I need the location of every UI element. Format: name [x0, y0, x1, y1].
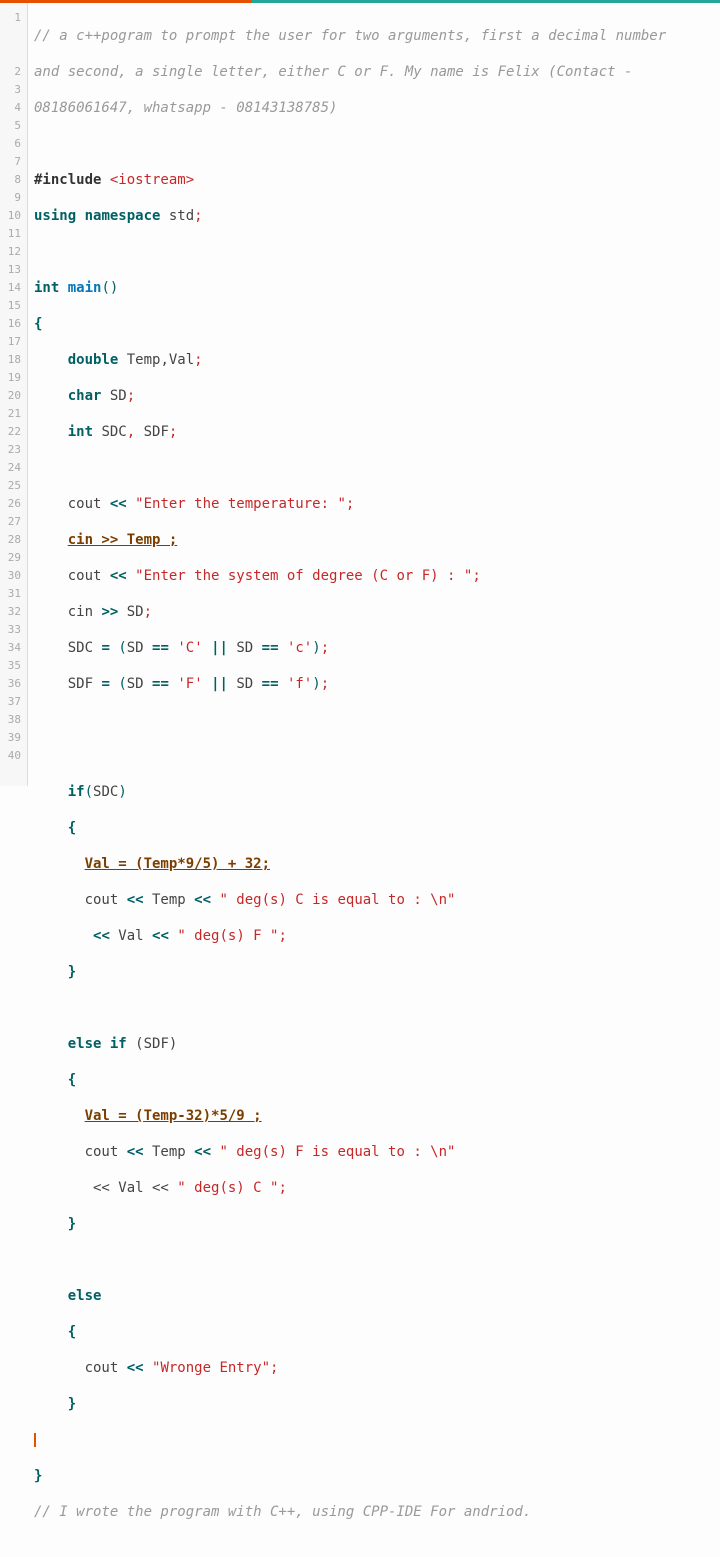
keyword: namespace	[85, 208, 161, 224]
line-num: 32	[0, 603, 27, 621]
preprocessor: #include	[34, 172, 110, 188]
line-num: 5	[0, 117, 27, 135]
highlighted-line: Val = (Temp*9/5) + 32;	[85, 856, 270, 872]
line-num: 16	[0, 315, 27, 333]
line-num: 8	[0, 171, 27, 189]
line-num: 27	[0, 513, 27, 531]
comment: // a c++pogram to prompt the user for tw…	[34, 28, 666, 44]
string-literal: " deg(s) F "	[177, 928, 278, 944]
string-literal: "Enter the system of degree (C or F) : "	[135, 568, 472, 584]
line-num: 26	[0, 495, 27, 513]
keyword: using	[34, 208, 76, 224]
line-num: 10	[0, 207, 27, 225]
line-num: 28	[0, 531, 27, 549]
line-num: 23	[0, 441, 27, 459]
line-num: 39	[0, 729, 27, 747]
line-num: 7	[0, 153, 27, 171]
include-header: <iostream>	[110, 172, 194, 188]
line-num: 36	[0, 675, 27, 693]
line-num: 11	[0, 225, 27, 243]
line-num: 4	[0, 99, 27, 117]
line-num: 24	[0, 459, 27, 477]
line-num: 20	[0, 387, 27, 405]
line-num: 6	[0, 135, 27, 153]
string-literal: "Enter the temperature: "	[135, 496, 346, 512]
comment: // I wrote the program with C++, using C…	[34, 1504, 531, 1520]
type: int	[34, 280, 59, 296]
line-num: 1	[0, 9, 27, 27]
line-num: 14	[0, 279, 27, 297]
line-num: 13	[0, 261, 27, 279]
highlighted-line: Val = (Temp-32)*5/9 ;	[85, 1108, 262, 1124]
code-area[interactable]: // a c++pogram to prompt the user for tw…	[28, 3, 720, 786]
cursor-icon	[34, 1433, 36, 1447]
line-num: 33	[0, 621, 27, 639]
line-num: 17	[0, 333, 27, 351]
type: char	[68, 388, 102, 404]
string-literal: " deg(s) C "	[177, 1180, 278, 1196]
line-num: 22	[0, 423, 27, 441]
brace: {	[34, 316, 42, 332]
line-num: 12	[0, 243, 27, 261]
string-literal: "Wronge Entry"	[152, 1360, 270, 1376]
type: double	[68, 352, 119, 368]
code-editor[interactable]: 1 2 3 4 5 6 7 8 9 10 11 12 13 14 15 16 1…	[0, 3, 720, 786]
comment: and second, a single letter, either C or…	[34, 64, 632, 80]
line-num: 38	[0, 711, 27, 729]
function-name: main	[68, 280, 102, 296]
line-num: 34	[0, 639, 27, 657]
line-num: 37	[0, 693, 27, 711]
string-literal: " deg(s) C is equal to : \n"	[219, 892, 455, 908]
line-num: 35	[0, 657, 27, 675]
line-num: 19	[0, 369, 27, 387]
line-num: 15	[0, 297, 27, 315]
type: int	[68, 424, 93, 440]
line-num: 9	[0, 189, 27, 207]
line-number-gutter: 1 2 3 4 5 6 7 8 9 10 11 12 13 14 15 16 1…	[0, 3, 28, 786]
line-num: 2	[0, 63, 27, 81]
line-num: 30	[0, 567, 27, 585]
line-num: 21	[0, 405, 27, 423]
string-literal: " deg(s) F is equal to : \n"	[219, 1144, 455, 1160]
line-num: 18	[0, 351, 27, 369]
line-num: 25	[0, 477, 27, 495]
line-num: 29	[0, 549, 27, 567]
line-num: 40	[0, 747, 27, 765]
highlighted-line: cin >> Temp ;	[68, 532, 178, 548]
line-num: 3	[0, 81, 27, 99]
comment: 08186061647, whatsapp - 08143138785)	[34, 100, 337, 116]
line-num: 31	[0, 585, 27, 603]
